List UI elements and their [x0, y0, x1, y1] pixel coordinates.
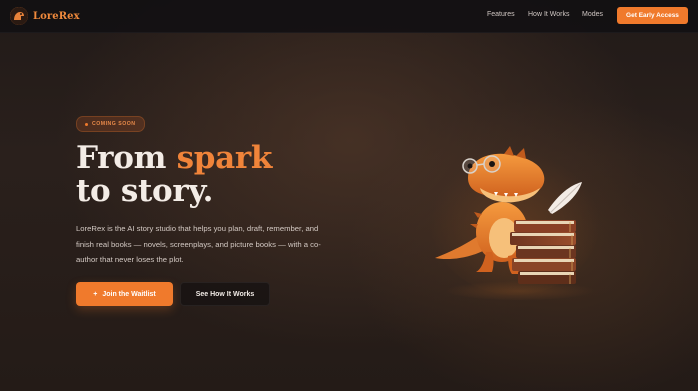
see-how-it-works-button[interactable]: See How It Works [180, 282, 270, 306]
join-waitlist-button[interactable]: + Join the Waitlist [76, 282, 173, 306]
nav-links: Features How It Works Modes [0, 0, 698, 32]
nav-link-features[interactable]: Features [487, 11, 515, 18]
badge-label: COMING SOON [92, 121, 136, 127]
top-navigation: LoreRex Features How It Works Modes Get … [0, 0, 698, 33]
dinosaur-with-books-illustration [430, 140, 600, 300]
nav-link-how-it-works[interactable]: How It Works [528, 11, 570, 18]
hero-headline: From spark to story. [76, 142, 272, 208]
nav-link-modes[interactable]: Modes [582, 11, 603, 18]
get-early-access-button[interactable]: Get Early Access [617, 7, 688, 24]
join-waitlist-label: Join the Waitlist [102, 290, 156, 298]
plus-icon: + [93, 290, 98, 298]
badge-dot-icon [85, 122, 88, 126]
coming-soon-badge: COMING SOON [76, 116, 145, 132]
hero-description: LoreRex is the AI story studio that help… [76, 224, 321, 264]
headline-accent: spark [176, 140, 273, 176]
headline-line2: to story. [76, 173, 214, 209]
page: LoreRex Features How It Works Modes Get … [0, 0, 698, 391]
headline-plain: From [76, 140, 177, 176]
